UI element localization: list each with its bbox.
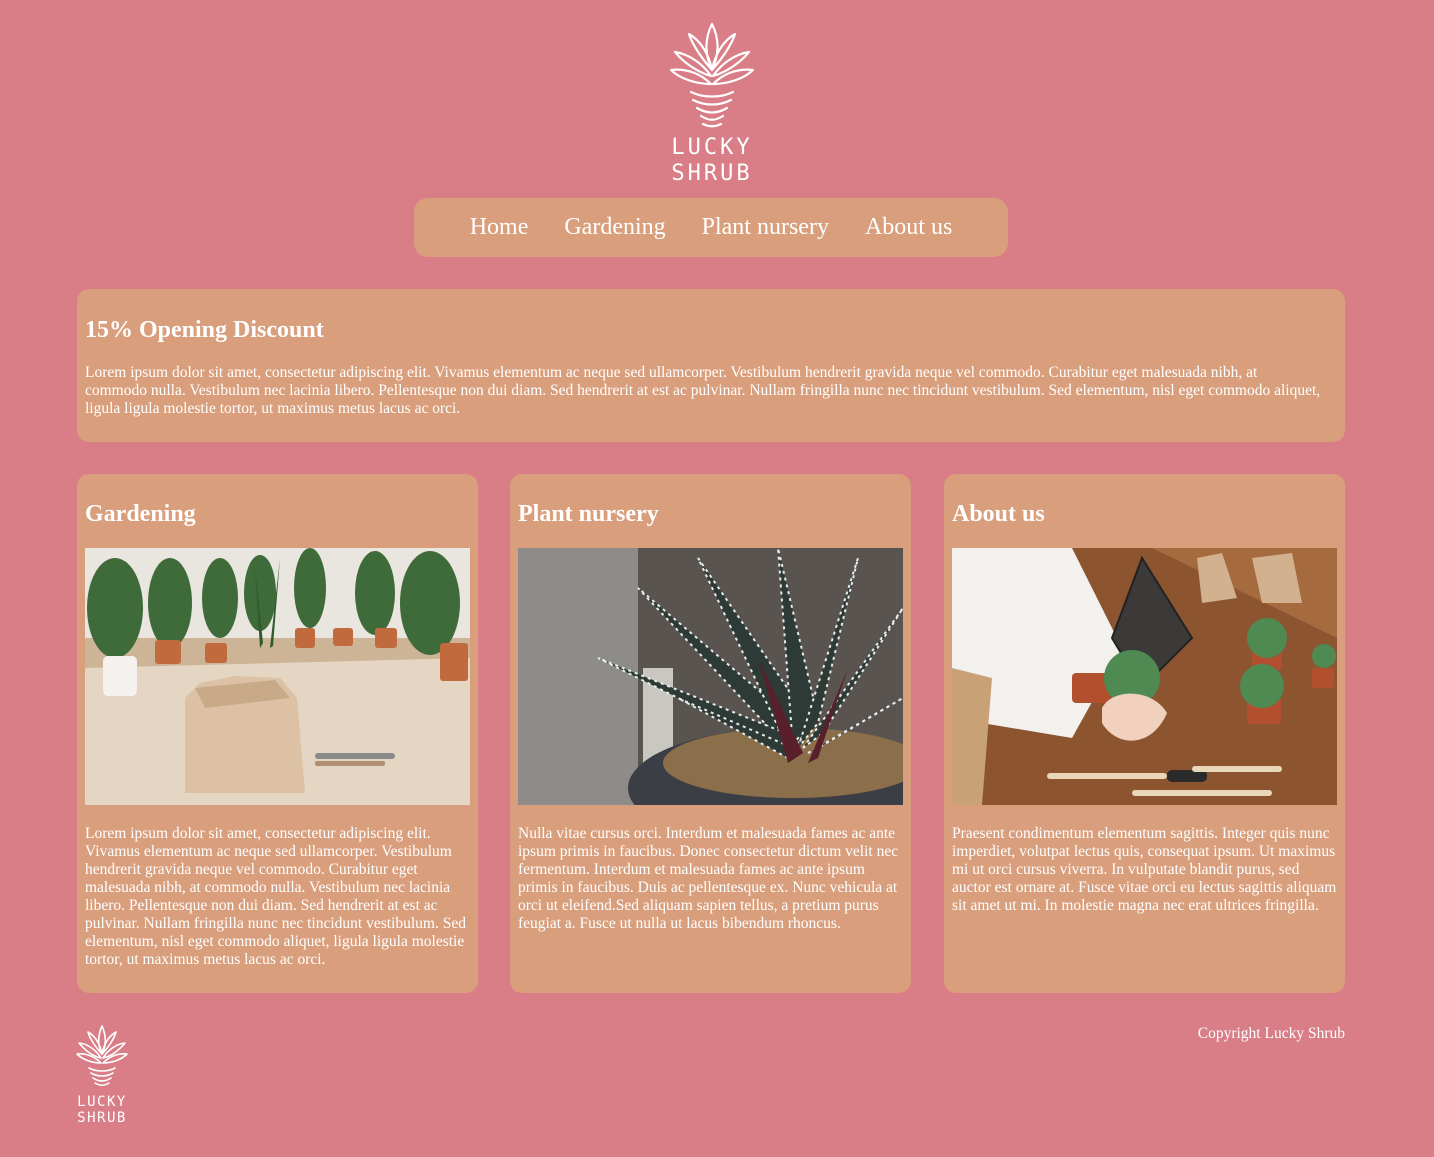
nav-link-about-us[interactable]: About us: [865, 214, 952, 241]
paper-bag-with-potted-plants-photo: [85, 548, 470, 805]
plant-nursery-card: Plant nursery Nulla vitae cursus orci. I…: [510, 474, 911, 993]
about-us-text: Praesent condimentum elementum sagittis.…: [952, 825, 1337, 914]
site-logo[interactable]: LUCKY SHRUB: [667, 18, 757, 186]
about-us-card: About us Praesent condimentum elementum …: [944, 474, 1345, 993]
promo-title: 15% Opening Discount: [85, 317, 324, 343]
hands-potting-succulents-photo: [952, 548, 1337, 805]
nav-link-plant-nursery[interactable]: Plant nursery: [702, 214, 829, 241]
footer-logo-word-2: SHRUB: [77, 1110, 127, 1126]
plant-nursery-text: Nulla vitae cursus orci. Interdum et mal…: [518, 825, 899, 932]
succulent-logo-icon: LUCKY SHRUB: [76, 1025, 128, 1126]
nav-link-gardening[interactable]: Gardening: [564, 214, 665, 241]
nav-link-home[interactable]: Home: [470, 214, 529, 241]
logo-word-2: SHRUB: [671, 161, 752, 184]
copyright-text: Copyright Lucky Shrub: [1197, 1025, 1345, 1042]
zebra-succulent-closeup-photo: [518, 548, 903, 805]
footer-logo-word-1: LUCKY: [77, 1094, 127, 1110]
promo-card: 15% Opening Discount Lorem ipsum dolor s…: [77, 289, 1345, 442]
promo-text: Lorem ipsum dolor sit amet, consectetur …: [85, 364, 1321, 417]
gardening-text: Lorem ipsum dolor sit amet, consectetur …: [85, 825, 466, 968]
main-navigation: Home Gardening Plant nursery About us: [414, 198, 1008, 257]
logo-word-1: LUCKY: [671, 135, 752, 160]
footer-logo[interactable]: LUCKY SHRUB: [74, 1022, 130, 1126]
gardening-title: Gardening: [85, 501, 196, 527]
plant-nursery-title: Plant nursery: [518, 501, 659, 527]
succulent-logo-icon: LUCKY SHRUB: [669, 22, 755, 186]
gardening-card: Gardening Lorem ipsum dolor sit amet, co…: [77, 474, 478, 993]
about-us-title: About us: [952, 501, 1045, 527]
